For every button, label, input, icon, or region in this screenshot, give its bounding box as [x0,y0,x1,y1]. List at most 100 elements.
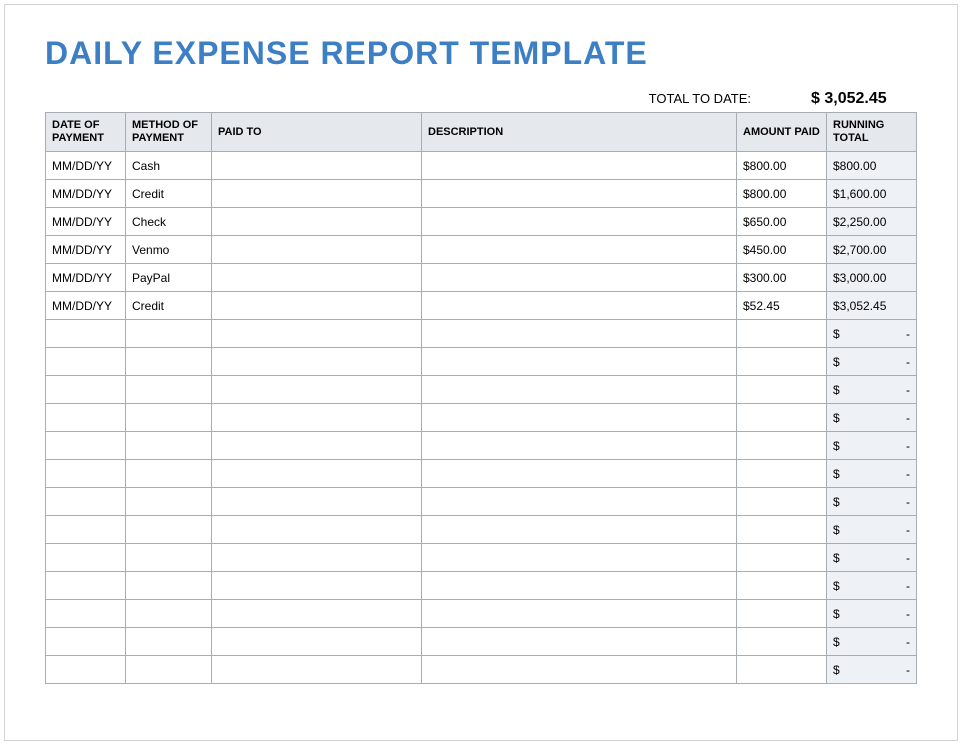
cell-paid-to[interactable] [212,208,422,236]
cell-method[interactable] [126,600,212,628]
cell-amount[interactable] [737,516,827,544]
cell-date[interactable]: MM/DD/YY [46,264,126,292]
cell-description[interactable] [422,544,737,572]
cell-description[interactable] [422,292,737,320]
cell-amount[interactable]: $300.00 [737,264,827,292]
cell-description[interactable] [422,432,737,460]
table-row: $- [46,488,917,516]
cell-method[interactable] [126,320,212,348]
cell-description[interactable] [422,320,737,348]
cell-method[interactable]: Credit [126,180,212,208]
cell-date[interactable]: MM/DD/YY [46,152,126,180]
cell-method[interactable] [126,432,212,460]
cell-description[interactable] [422,404,737,432]
cell-method[interactable] [126,544,212,572]
cell-date[interactable] [46,600,126,628]
cell-paid-to[interactable] [212,376,422,404]
cell-date[interactable]: MM/DD/YY [46,208,126,236]
cell-description[interactable] [422,236,737,264]
cell-amount[interactable]: $800.00 [737,152,827,180]
cell-amount[interactable] [737,432,827,460]
cell-description[interactable] [422,376,737,404]
cell-date[interactable] [46,376,126,404]
cell-paid-to[interactable] [212,264,422,292]
cell-description[interactable] [422,572,737,600]
cell-date[interactable] [46,320,126,348]
cell-amount[interactable] [737,404,827,432]
cell-paid-to[interactable] [212,292,422,320]
cell-date[interactable] [46,460,126,488]
cell-amount[interactable] [737,348,827,376]
cell-method[interactable]: PayPal [126,264,212,292]
cell-method[interactable]: Venmo [126,236,212,264]
cell-paid-to[interactable] [212,488,422,516]
cell-amount[interactable]: $52.45 [737,292,827,320]
cell-paid-to[interactable] [212,432,422,460]
cell-amount[interactable] [737,572,827,600]
cell-description[interactable] [422,180,737,208]
cell-paid-to[interactable] [212,404,422,432]
cell-date[interactable] [46,516,126,544]
cell-method[interactable] [126,488,212,516]
cell-amount[interactable]: $450.00 [737,236,827,264]
cell-paid-to[interactable] [212,460,422,488]
cell-date[interactable]: MM/DD/YY [46,236,126,264]
cell-method[interactable] [126,348,212,376]
cell-date[interactable] [46,488,126,516]
cell-date[interactable] [46,628,126,656]
cell-date[interactable] [46,572,126,600]
cell-description[interactable] [422,460,737,488]
cell-description[interactable] [422,208,737,236]
cell-amount[interactable]: $800.00 [737,180,827,208]
cell-method[interactable] [126,516,212,544]
cell-method[interactable]: Cash [126,152,212,180]
cell-description[interactable] [422,600,737,628]
cell-method[interactable] [126,404,212,432]
cell-amount[interactable] [737,656,827,684]
cell-amount[interactable] [737,460,827,488]
cell-date[interactable] [46,404,126,432]
cell-paid-to[interactable] [212,544,422,572]
cell-date[interactable]: MM/DD/YY [46,180,126,208]
cell-method[interactable] [126,656,212,684]
cell-amount[interactable] [737,488,827,516]
cell-date[interactable] [46,348,126,376]
cell-amount[interactable] [737,544,827,572]
cell-paid-to[interactable] [212,628,422,656]
cell-date[interactable] [46,656,126,684]
cell-description[interactable] [422,264,737,292]
cell-method[interactable] [126,628,212,656]
cell-description[interactable] [422,488,737,516]
cell-description[interactable] [422,628,737,656]
running-symbol: $ [833,439,840,453]
cell-paid-to[interactable] [212,516,422,544]
cell-method[interactable] [126,460,212,488]
cell-amount[interactable] [737,628,827,656]
cell-method[interactable] [126,376,212,404]
cell-amount[interactable]: $650.00 [737,208,827,236]
cell-description[interactable] [422,152,737,180]
cell-amount[interactable] [737,320,827,348]
cell-description[interactable] [422,656,737,684]
table-row: $- [46,460,917,488]
cell-method[interactable]: Credit [126,292,212,320]
cell-paid-to[interactable] [212,152,422,180]
running-dash: - [906,355,910,369]
cell-paid-to[interactable] [212,348,422,376]
cell-paid-to[interactable] [212,656,422,684]
cell-method[interactable] [126,572,212,600]
cell-description[interactable] [422,348,737,376]
running-symbol: $ [833,495,840,509]
cell-paid-to[interactable] [212,572,422,600]
cell-paid-to[interactable] [212,600,422,628]
cell-paid-to[interactable] [212,180,422,208]
cell-amount[interactable] [737,376,827,404]
cell-date[interactable]: MM/DD/YY [46,292,126,320]
cell-amount[interactable] [737,600,827,628]
cell-paid-to[interactable] [212,320,422,348]
cell-method[interactable]: Check [126,208,212,236]
cell-date[interactable] [46,544,126,572]
cell-paid-to[interactable] [212,236,422,264]
cell-description[interactable] [422,516,737,544]
cell-date[interactable] [46,432,126,460]
